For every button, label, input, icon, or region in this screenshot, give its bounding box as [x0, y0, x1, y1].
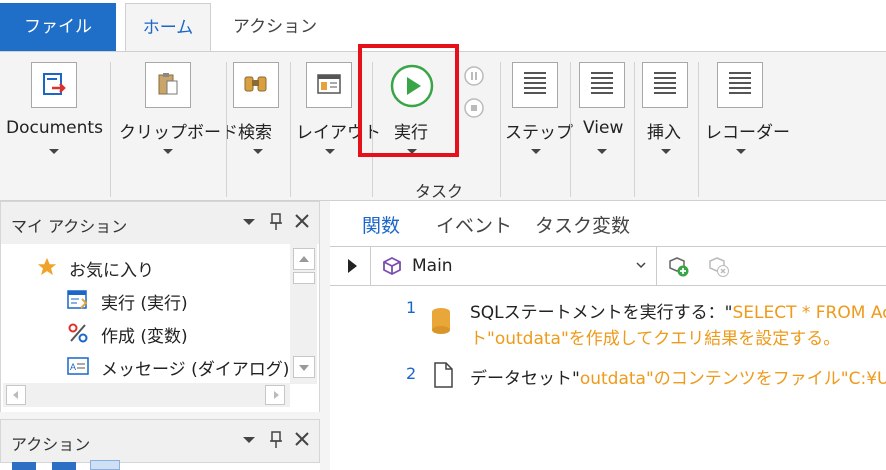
documents-icon: [31, 62, 77, 108]
database-icon: [432, 308, 450, 334]
chevron-down-icon: [253, 149, 263, 154]
chevron-down-icon: [163, 149, 173, 154]
close-icon[interactable]: [294, 431, 310, 451]
tree-item-label: 作成 (変数): [101, 327, 188, 347]
toolbar-icon[interactable]: [52, 462, 76, 470]
scroll-thumb[interactable]: [293, 272, 315, 284]
stop-icon[interactable]: [463, 97, 485, 119]
editor-tabs: 関数 イベント タスク変数: [330, 201, 886, 245]
recorder-button[interactable]: レコーダー: [700, 52, 790, 202]
insert-icon: [642, 62, 688, 108]
scroll-left-button[interactable]: [6, 385, 26, 405]
tree-item-label: 実行 (実行): [101, 294, 188, 314]
step-button[interactable]: ステップ: [502, 52, 573, 202]
chevron-down-icon: [49, 149, 59, 154]
pause-icon[interactable]: [463, 65, 485, 87]
binoculars-icon: [233, 62, 279, 108]
close-icon[interactable]: [294, 213, 310, 233]
delete-function-icon[interactable]: [708, 256, 730, 278]
chevron-down-icon: [325, 149, 335, 154]
step-row-2[interactable]: データセット"outdata"のコンテンツをファイル"C:¥Users: [470, 364, 886, 389]
function-name: Main: [412, 256, 453, 276]
group-task-label: タスク: [415, 182, 464, 201]
view-icon: [579, 62, 625, 108]
chevron-down-icon: [736, 149, 746, 154]
chevron-down-icon[interactable]: [243, 219, 255, 225]
percent-icon: [68, 323, 88, 343]
insert-label: 挿入: [647, 123, 681, 143]
scroll-right-button[interactable]: [265, 385, 285, 405]
cube-icon: [383, 256, 401, 276]
layout-icon: [306, 62, 352, 108]
pin-icon[interactable]: [269, 213, 283, 235]
tab-task-variables[interactable]: タスク変数: [535, 211, 630, 238]
actions-panel-header: アクション: [0, 419, 320, 463]
step-value: SELECT * FROM Acco: [732, 303, 886, 323]
step-label: ステップ: [505, 123, 573, 143]
vertical-scrollbar[interactable]: [290, 244, 317, 384]
view-button[interactable]: View: [572, 52, 632, 202]
function-selector-bar: Main: [330, 246, 886, 286]
chevron-down-icon: [661, 149, 671, 154]
add-function-icon[interactable]: [668, 256, 690, 278]
insert-button[interactable]: 挿入: [636, 52, 696, 202]
toolbar-icon-selected[interactable]: [90, 460, 120, 470]
clipboard-icon: [145, 62, 191, 108]
clipboard-label: クリップボード: [119, 123, 238, 143]
chevron-down-icon: [597, 149, 607, 154]
ribbon-separator: [698, 62, 699, 197]
tab-events[interactable]: イベント: [436, 211, 512, 238]
function-dropdown[interactable]: Main: [374, 249, 656, 283]
recorder-label: レコーダー: [705, 123, 790, 143]
step-row-1[interactable]: SQLステートメントを実行する："SELECT * FROM Acco: [470, 298, 886, 323]
my-actions-title: マイ アクション: [11, 217, 128, 236]
ribbon-separator: [226, 62, 227, 197]
tab-action[interactable]: アクション: [220, 3, 330, 52]
ribbon-separator: [634, 62, 635, 197]
documents-button[interactable]: Documents: [0, 52, 108, 202]
svg-text:A: A: [70, 362, 76, 372]
ribbon-separator: [570, 62, 571, 197]
message-dialog-icon: A: [67, 357, 89, 375]
search-label: 検索: [238, 123, 272, 143]
step-text: SQLステートメントを実行する：": [470, 303, 733, 323]
view-label: View: [583, 118, 624, 138]
tab-file[interactable]: ファイル: [0, 3, 116, 52]
tree-item-label: お気に入り: [69, 261, 154, 281]
my-actions-header: マイ アクション: [0, 201, 320, 245]
chevron-down-icon[interactable]: [243, 437, 255, 443]
scroll-up-button[interactable]: [293, 248, 315, 270]
chevron-down-icon: [531, 149, 541, 154]
star-icon: [37, 257, 57, 276]
step-text: データセット": [470, 369, 580, 389]
run-form-icon: [67, 290, 88, 309]
tab-functions[interactable]: 関数: [362, 211, 400, 238]
actions-panel-title: アクション: [11, 435, 91, 454]
horizontal-scrollbar[interactable]: [3, 383, 290, 407]
step-icon: [512, 62, 558, 108]
step-row-1-line2: ト"outdata"を作成してクエリ結果を設定する。: [470, 329, 841, 349]
documents-label: Documents: [6, 118, 103, 138]
tree-item-label: メッセージ (ダイアログ): [101, 360, 290, 380]
step-list: 1 SQLステートメントを実行する："SELECT * FROM Acco ト"…: [330, 286, 886, 470]
tab-home[interactable]: ホーム: [125, 3, 211, 52]
chevron-down-icon: [636, 262, 646, 269]
step-number: 1: [406, 298, 417, 317]
run-highlight-box: [358, 44, 459, 157]
scroll-down-button[interactable]: [293, 356, 315, 378]
play-small-icon[interactable]: [348, 259, 357, 273]
pin-icon[interactable]: [269, 431, 283, 453]
ribbon-separator: [290, 62, 291, 197]
search-button[interactable]: 検索: [228, 52, 288, 202]
step-value: outdata"のコンテンツをファイル"C:¥Users: [579, 369, 886, 389]
ribbon-separator: [110, 62, 111, 197]
document-icon: [434, 362, 453, 388]
clipboard-button[interactable]: クリップボード: [112, 52, 238, 202]
recorder-icon: [717, 62, 763, 108]
splitter[interactable]: [320, 201, 330, 470]
step-number: 2: [406, 364, 417, 383]
toolbar-icon[interactable]: [12, 462, 36, 470]
ribbon-separator: [500, 62, 501, 197]
